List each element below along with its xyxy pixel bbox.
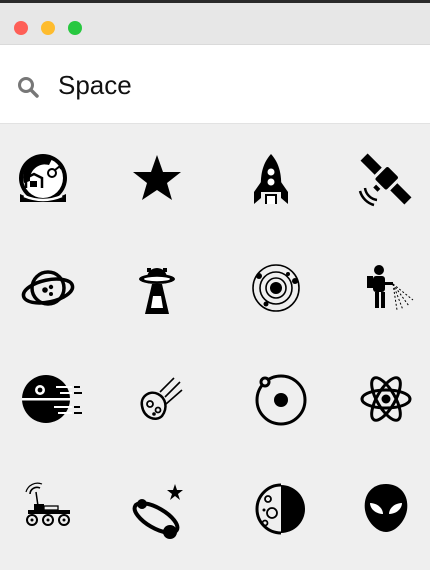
title-bar [0, 3, 430, 45]
atom-icon[interactable] [343, 356, 429, 442]
planet-ring-icon[interactable] [0, 246, 86, 332]
minimize-button[interactable] [41, 21, 55, 35]
shooting-star-orbit-icon[interactable] [114, 466, 200, 552]
moon-phase-icon[interactable] [228, 466, 314, 552]
ufo-beam-icon[interactable] [114, 246, 200, 332]
lunar-rover-icon[interactable] [0, 466, 86, 552]
orbit-icon[interactable] [228, 356, 314, 442]
close-button[interactable] [14, 21, 28, 35]
icon-grid [0, 124, 430, 570]
search-input[interactable] [58, 67, 408, 103]
meteor-icon[interactable] [114, 356, 200, 442]
astronaut-spraying-icon[interactable] [343, 246, 429, 332]
rocket-icon[interactable] [228, 136, 314, 222]
search-bar [0, 45, 430, 124]
satellite-icon[interactable] [343, 136, 429, 222]
search-icon [18, 77, 39, 98]
alien-head-icon[interactable] [343, 466, 429, 552]
astronaut-helmet-icon[interactable] [0, 136, 86, 222]
zoom-button[interactable] [68, 21, 82, 35]
star-icon[interactable] [114, 136, 200, 222]
death-star-icon[interactable] [0, 356, 86, 442]
solar-system-icon[interactable] [228, 246, 314, 332]
